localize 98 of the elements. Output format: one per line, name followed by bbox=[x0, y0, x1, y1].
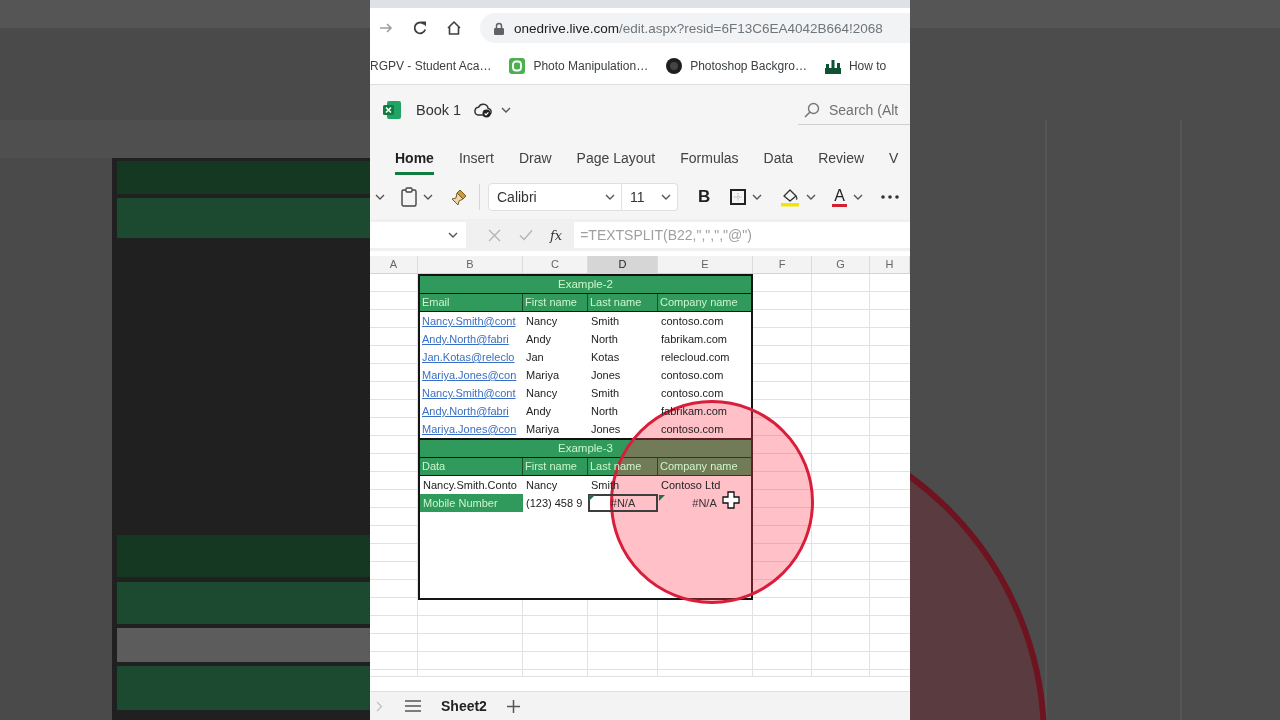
table-cell-text: Contoso Ltd bbox=[660, 478, 722, 493]
column-header[interactable]: B bbox=[418, 256, 523, 273]
header-cell: Email bbox=[420, 294, 523, 311]
header-cell-text: Company name bbox=[659, 459, 739, 474]
search-field[interactable]: Search (Alt bbox=[798, 95, 910, 125]
header-cell: First name bbox=[523, 294, 588, 311]
font-size-dropdown[interactable]: 11 bbox=[622, 183, 678, 211]
document-title[interactable]: Book 1 bbox=[416, 102, 462, 118]
error-triangle-icon bbox=[589, 495, 595, 501]
paint-bucket-icon[interactable] bbox=[780, 187, 801, 207]
table-cell-text: Mariya bbox=[525, 422, 560, 437]
table-cell-text: Jones bbox=[590, 368, 622, 383]
table-cell-text: Kotas bbox=[590, 350, 621, 365]
table-cell-text: Andy bbox=[525, 404, 553, 419]
sheet-tab[interactable]: Sheet2 bbox=[441, 698, 487, 714]
bar-chart-icon bbox=[824, 58, 841, 74]
table-cell-text: contoso.com bbox=[660, 386, 725, 401]
header-cell: Last name bbox=[588, 294, 658, 311]
chevron-down-icon[interactable] bbox=[661, 194, 671, 200]
excel-logo-icon[interactable] bbox=[382, 100, 402, 120]
chevron-down-icon[interactable] bbox=[605, 194, 615, 200]
horizontal-scrollbar[interactable] bbox=[370, 676, 910, 692]
hyperlink-cell[interactable]: Andy.North@fabri bbox=[420, 402, 523, 420]
table-cell-text: contoso.com bbox=[660, 368, 725, 383]
column-header[interactable]: E bbox=[658, 256, 753, 273]
cloud-check-icon[interactable] bbox=[473, 102, 494, 118]
chevron-down-icon[interactable] bbox=[448, 232, 458, 238]
chevron-down-icon[interactable] bbox=[806, 194, 817, 200]
table-cell-text: Nancy.Smith.Conto bbox=[422, 478, 518, 493]
bookmark-button[interactable]: RGPV - Student Aca… bbox=[370, 59, 492, 73]
bookmark-button[interactable]: Photoshop Backgro… bbox=[666, 58, 807, 74]
home-icon[interactable] bbox=[446, 20, 462, 36]
check-icon[interactable] bbox=[519, 229, 533, 241]
chevron-down-icon[interactable] bbox=[375, 194, 385, 200]
reload-icon[interactable] bbox=[412, 20, 428, 36]
table-cell-text: North bbox=[590, 332, 619, 347]
table-cell-text: Nancy bbox=[525, 314, 559, 329]
header-cell: Data bbox=[420, 458, 523, 475]
ribbon-tab[interactable]: V bbox=[889, 150, 899, 175]
clipboard-icon[interactable] bbox=[401, 187, 417, 207]
table-cell-text: Smith bbox=[590, 314, 621, 329]
plus-icon[interactable] bbox=[506, 699, 520, 713]
chevron-down-icon[interactable] bbox=[852, 194, 863, 200]
table-title: Example-2 bbox=[420, 276, 751, 294]
table-cell-text: Nancy bbox=[525, 478, 559, 493]
table-cell-text: fabrikam.com bbox=[660, 332, 729, 347]
search-icon bbox=[804, 102, 820, 118]
circle-logo-icon bbox=[666, 58, 683, 74]
hyperlink-cell[interactable]: Nancy.Smith@cont bbox=[420, 312, 523, 330]
ribbon-tab[interactable]: Data bbox=[763, 150, 794, 175]
lock-icon bbox=[494, 21, 504, 35]
table-title: Example-3 bbox=[420, 438, 751, 458]
header-cell-text: Company name bbox=[659, 295, 739, 310]
menu-icon[interactable] bbox=[405, 700, 421, 712]
insert-function-button[interactable]: fx bbox=[550, 227, 563, 243]
chevron-down-icon[interactable] bbox=[752, 194, 763, 200]
table-cell-text: (123) 458 9 bbox=[525, 496, 584, 511]
table-cell-text: Smith bbox=[590, 386, 621, 401]
ribbon-tab[interactable]: Page Layout bbox=[576, 150, 656, 175]
table-cell-text: Jan bbox=[525, 350, 545, 365]
more-icon[interactable] bbox=[880, 195, 899, 199]
table-cell-text: Nancy bbox=[525, 386, 559, 401]
hyperlink-cell[interactable]: Jan.Kotas@releclo bbox=[420, 348, 523, 366]
ribbon-tab[interactable]: Review bbox=[818, 150, 865, 175]
table-cell-text: relecloud.com bbox=[660, 350, 731, 365]
square-tile-icon bbox=[509, 58, 526, 74]
border-icon[interactable] bbox=[730, 189, 747, 205]
hyperlink-cell[interactable]: Mariya.Jones@con bbox=[420, 366, 523, 384]
table-cell-text: Mariya bbox=[525, 368, 560, 383]
column-header[interactable]: F bbox=[753, 256, 812, 273]
paintbrush-icon[interactable] bbox=[449, 187, 469, 207]
font-name-dropdown[interactable]: Calibri bbox=[488, 183, 622, 211]
table-cell-text: Jones bbox=[590, 422, 622, 437]
ribbon-tab[interactable]: Formulas bbox=[680, 150, 739, 175]
ribbon-tab[interactable]: Draw bbox=[518, 150, 552, 175]
column-header[interactable]: G bbox=[812, 256, 870, 273]
table-cell-text: North bbox=[590, 404, 619, 419]
column-header[interactable]: A bbox=[370, 256, 418, 273]
error-triangle-icon bbox=[659, 495, 665, 501]
table-cell-text: contoso.com bbox=[660, 314, 725, 329]
table-cell-text: #N/A bbox=[691, 496, 718, 511]
hyperlink-cell[interactable]: Mariya.Jones@con bbox=[420, 420, 523, 438]
bold-button[interactable]: B bbox=[698, 187, 711, 207]
chevron-down-icon[interactable] bbox=[423, 194, 433, 200]
header-cell: Mobile Number bbox=[420, 494, 523, 512]
ribbon-tab[interactable]: Insert bbox=[458, 150, 494, 175]
address-bar[interactable]: onedrive.live.com/edit.aspx?resid=6F13C6EA4042B664!2068 bbox=[480, 13, 910, 43]
hyperlink-cell[interactable]: Andy.North@fabri bbox=[420, 330, 523, 348]
bookmark-button[interactable]: How to bbox=[824, 58, 887, 74]
hyperlink-cell[interactable]: Nancy.Smith@cont bbox=[420, 384, 523, 402]
font-color-button[interactable]: A bbox=[832, 187, 847, 207]
chevron-down-icon[interactable] bbox=[501, 107, 512, 113]
header-cell: First name bbox=[523, 458, 588, 475]
cross-cursor-icon bbox=[722, 491, 740, 509]
bookmark-button[interactable]: Photo Manipulation… bbox=[509, 58, 649, 74]
column-header[interactable]: D bbox=[588, 256, 658, 273]
table-cell-text: Andy bbox=[525, 332, 553, 347]
table-cell-text: contoso.com bbox=[660, 422, 725, 437]
